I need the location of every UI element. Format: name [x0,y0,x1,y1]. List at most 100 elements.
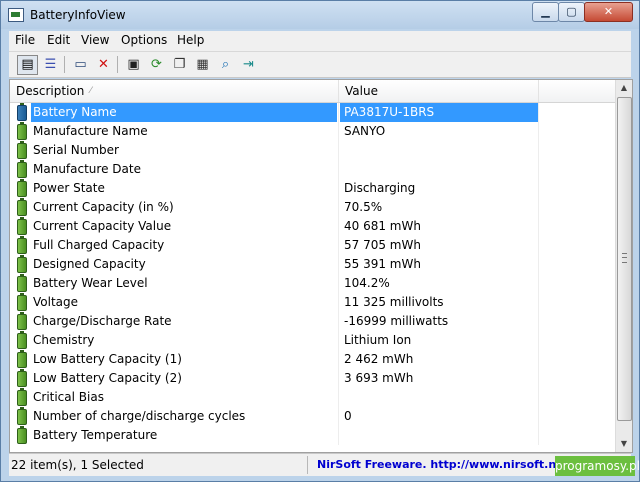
column-header-description-label: Description [16,84,85,98]
close-button[interactable]: ✕ [584,2,633,22]
scrollbar-thumb[interactable] [617,97,632,421]
column-divider [538,388,539,407]
menu-edit[interactable]: Edit [47,33,70,47]
battery-icon [17,160,27,178]
battery-icon [17,103,27,121]
menu-file[interactable]: File [15,33,35,47]
status-divider [307,456,308,474]
row-value: Lithium Ion [344,333,412,347]
row-description: Critical Bias [33,390,104,404]
row-value: -16999 milliwatts [344,314,449,328]
column-divider [338,369,339,388]
table-row[interactable]: Designed Capacity 55 391 mWh [10,255,616,274]
table-row[interactable]: Battery Temperature [10,426,616,445]
column-divider [338,388,339,407]
table-row[interactable]: Current Capacity Value 40 681 mWh [10,217,616,236]
row-description: Voltage [33,295,79,309]
table-row[interactable]: Critical Bias [10,388,616,407]
column-divider [338,293,339,312]
table-row[interactable]: Voltage 11 325 millivolts [10,293,616,312]
row-description: Designed Capacity [33,257,146,271]
row-description: Full Charged Capacity [33,238,165,252]
row-value: Discharging [344,181,416,195]
row-description: Current Capacity Value [33,219,172,233]
row-description: Low Battery Capacity (2) [33,371,182,385]
table-row[interactable]: Charge/Discharge Rate -16999 milliwatts [10,312,616,331]
column-divider [538,255,539,274]
scroll-grip-icon [622,253,627,263]
html-report-icon[interactable]: ▦ [192,55,213,75]
minimize-button[interactable]: ▁ [532,2,559,22]
exit-icon[interactable]: ⇥ [238,55,259,75]
menu-view[interactable]: View [81,33,109,47]
table-row[interactable]: Full Charged Capacity 57 705 mWh [10,236,616,255]
battery-icon [17,293,27,311]
battery-icon [17,141,27,159]
row-description: Current Capacity (in %) [33,200,174,214]
table-row[interactable]: Battery Name PA3817U-1BRS [10,103,616,122]
toolbar-separator [64,56,65,73]
table-rows: Battery Name PA3817U-1BRS Manufacture Nam… [10,103,616,445]
delete-icon[interactable]: ✕ [93,55,114,75]
row-value: SANYO [344,124,386,138]
table-row[interactable]: Power State Discharging [10,179,616,198]
properties-icon[interactable]: ▭ [70,55,91,75]
details-view-icon[interactable]: ▤ [17,55,38,75]
column-divider [338,198,339,217]
copy-icon[interactable]: ❐ [169,55,190,75]
row-description: Battery Wear Level [33,276,148,290]
scroll-down-arrow-icon[interactable]: ▼ [616,436,632,452]
table-row[interactable]: Current Capacity (in %) 70.5% [10,198,616,217]
table-row[interactable]: Battery Wear Level 104.2% [10,274,616,293]
table-row[interactable]: Manufacture Name SANYO [10,122,616,141]
maximize-button[interactable]: ▢ [558,2,585,22]
table-row[interactable]: Number of charge/discharge cycles 0 [10,407,616,426]
save-icon[interactable]: ▣ [123,55,144,75]
battery-icon [17,331,27,349]
battery-icon [17,388,27,406]
table-row[interactable]: Low Battery Capacity (1) 2 462 mWh [10,350,616,369]
battery-info-table[interactable]: Description ⁄ Value Battery Name PA3817U-… [9,79,633,453]
battery-icon [17,255,27,273]
battery-icon [17,236,27,254]
menu-options[interactable]: Options [121,33,167,47]
column-header-description[interactable]: Description ⁄ [10,80,339,102]
table-row[interactable]: Serial Number [10,141,616,160]
title-bar[interactable]: BatteryInfoView ▁ ▢ ✕ [1,1,639,29]
scroll-up-arrow-icon[interactable]: ▲ [616,80,632,96]
column-divider [338,160,339,179]
list-view-icon[interactable]: ☰ [40,55,61,75]
column-divider [338,331,339,350]
column-divider [538,369,539,388]
column-divider [338,122,339,141]
battery-icon [17,179,27,197]
refresh-icon[interactable]: ⟳ [146,55,167,75]
battery-icon [17,217,27,235]
row-value: 0 [344,409,352,423]
battery-icon [17,312,27,330]
programosy-logo: programosy.pl [555,456,640,476]
vertical-scrollbar[interactable]: ▲ ▼ [615,80,632,452]
column-divider [538,274,539,293]
menu-help[interactable]: Help [177,33,204,47]
window-title: BatteryInfoView [30,8,126,22]
toolbar-separator [117,56,118,73]
column-divider [338,236,339,255]
column-header-value[interactable]: Value [339,80,539,102]
column-divider [538,293,539,312]
nirsoft-link[interactable]: NirSoft Freeware. http://www.nirsoft.net [317,458,569,471]
row-description: Low Battery Capacity (1) [33,352,182,366]
table-row[interactable]: Manufacture Date [10,160,616,179]
column-divider [538,160,539,179]
find-icon[interactable]: ⌕ [215,55,236,75]
row-description: Power State [33,181,105,195]
column-divider [338,350,339,369]
column-divider [538,350,539,369]
item-count-status: 22 item(s), 1 Selected [11,458,144,472]
row-value: PA3817U-1BRS [340,103,539,122]
row-value [340,160,539,179]
column-divider [538,103,539,122]
table-row[interactable]: Chemistry Lithium Ion [10,331,616,350]
row-description: Serial Number [33,143,119,157]
table-row[interactable]: Low Battery Capacity (2) 3 693 mWh [10,369,616,388]
